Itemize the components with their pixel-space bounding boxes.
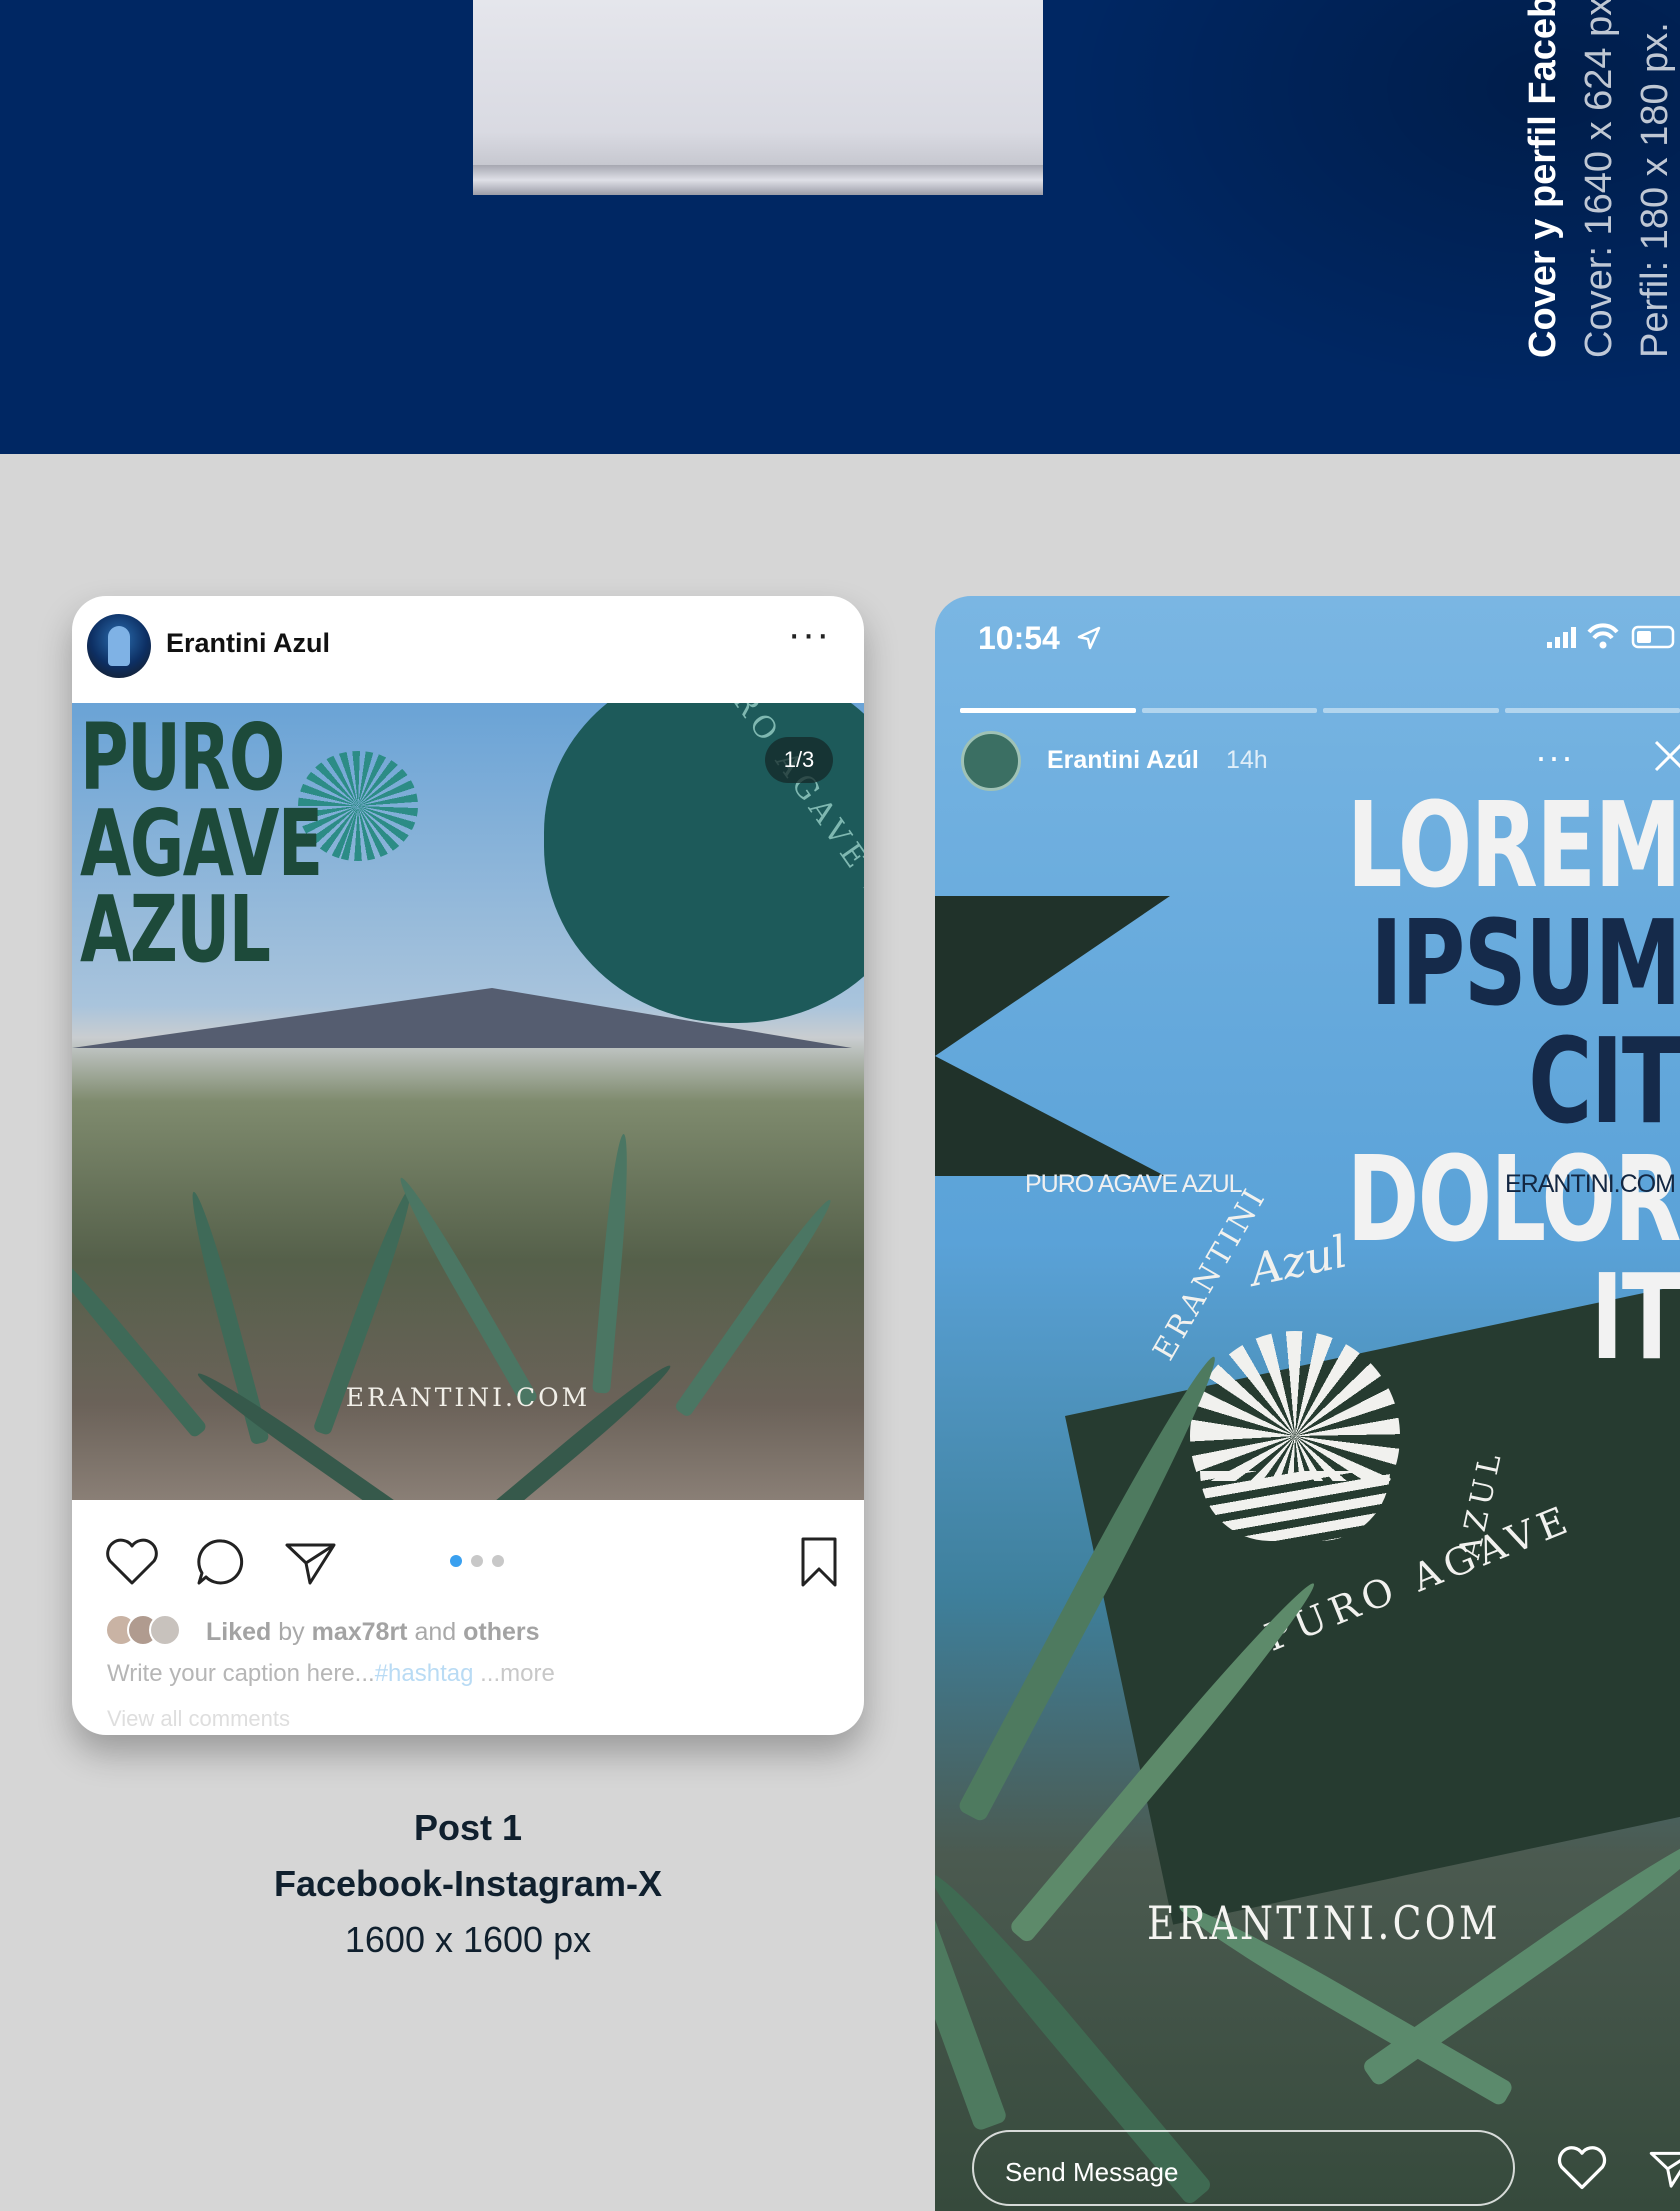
wifi-icon: [1587, 623, 1619, 649]
status-icons: [1547, 623, 1675, 649]
spec-cover-size: Cover: 1640 x 624 px: [1578, 0, 1620, 358]
story-time-ago: 14h: [1226, 746, 1268, 774]
send-message-placeholder: Send Message: [1005, 2157, 1179, 2187]
post-label: Post 1 Facebook-Instagram-X 1600 x 1600 …: [72, 1800, 864, 1968]
story-more-icon[interactable]: ···: [1535, 736, 1574, 778]
story-progress-segment: [1504, 708, 1680, 713]
heart-icon[interactable]: [1555, 2143, 1609, 2193]
post-image[interactable]: PURO AGAVE AZUL PURO AGAVE AZUL 1/3 ERAN…: [72, 703, 864, 1500]
spec-profile-size: Perfil: 180 x 180 px.: [1634, 22, 1676, 358]
story-mockup: 10:54 Erantini Azúl 14h ··· LOREM IPSUM …: [935, 596, 1680, 2211]
story-account-name[interactable]: Erantini Azúl: [1047, 746, 1199, 775]
caption-hashtag[interactable]: #hashtag: [375, 1660, 474, 1687]
carousel-dot[interactable]: [492, 1555, 504, 1567]
send-icon[interactable]: [1647, 2143, 1680, 2193]
caption: Write your caption here...#hashtag ...mo…: [107, 1660, 555, 1688]
title-line-2: AGAVE: [80, 790, 323, 897]
bookmark-icon[interactable]: [790, 1535, 848, 1589]
avatar[interactable]: [87, 614, 151, 678]
comment-icon[interactable]: [193, 1535, 251, 1589]
story-website: ERANTINI.COM: [1147, 1896, 1501, 1950]
agave-fan-logo: [1190, 1331, 1400, 1481]
story-progress-segment: [960, 708, 1136, 713]
roof-shape: [935, 896, 1170, 1056]
headline-line-2: IPSUM CIT: [1370, 894, 1680, 1150]
battery-icon: [1631, 625, 1675, 649]
liked-and: and: [414, 1618, 457, 1646]
story-tag-left: PURO AGAVE AZUL: [1025, 1170, 1243, 1198]
carousel-dot[interactable]: [450, 1555, 462, 1567]
title-line-3: AZUL: [80, 876, 271, 983]
status-time: 10:54: [978, 620, 1060, 656]
story-tag-right: ERANTINI.COM: [1505, 1170, 1676, 1198]
spec-title: Cover y perfil Facebo: [1522, 0, 1564, 358]
post-header: Erantini Azul ···: [72, 596, 864, 703]
agave-leaf: [393, 1173, 539, 1408]
liked-prefix: Liked: [206, 1618, 272, 1646]
roof-shape: [935, 1056, 1165, 1176]
carousel-dots: [450, 1554, 513, 1568]
story-progress-segment: [1323, 708, 1499, 713]
liked-others[interactable]: others: [463, 1618, 539, 1646]
post-label-title: Post 1: [413, 1807, 523, 1848]
story-progress-fill: [960, 708, 1136, 713]
close-icon[interactable]: [1650, 736, 1680, 776]
account-name[interactable]: Erantini Azul: [166, 628, 330, 659]
cover-preview-band: Cover y perfil Facebo Cover: 1640 x 624 …: [0, 0, 1680, 454]
post-action-bar: [72, 1500, 864, 1620]
avatar-figure: [108, 626, 130, 666]
post-image-title: PURO AGAVE AZUL: [80, 704, 323, 983]
post-card: Erantini Azul ··· PURO AGAVE AZUL PURO A…: [72, 596, 864, 1735]
post-label-size: 1600 x 1600 px: [344, 1919, 592, 1960]
title-line-1: PURO: [80, 704, 285, 811]
image-website: ERANTINI.COM: [345, 1383, 591, 1412]
liked-user[interactable]: max78rt: [312, 1618, 408, 1646]
view-comments-link[interactable]: View all comments: [107, 1706, 290, 1732]
story-avatar[interactable]: [961, 731, 1021, 791]
device-foot: [473, 165, 1043, 195]
agave-leaf: [465, 1358, 676, 1500]
carousel-counter-badge: 1/3: [765, 737, 833, 783]
liked-text[interactable]: Liked by max78rt and others: [206, 1618, 540, 1647]
share-icon[interactable]: [282, 1535, 340, 1589]
post-label-platforms: Facebook-Instagram-X: [273, 1863, 663, 1904]
story-progress-segment: [1141, 708, 1317, 713]
caption-text: Write your caption here...: [107, 1660, 375, 1687]
story-headline: LOREM IPSUM CIT DOLOR IT: [1306, 786, 1680, 1376]
agave-leaf: [592, 1133, 633, 1394]
caption-more[interactable]: ...more: [473, 1660, 555, 1687]
headline-line-1: LOREM: [1346, 776, 1680, 914]
location-arrow-icon: [1077, 626, 1101, 650]
signal-icon: [1547, 627, 1576, 648]
cover-spec-block: Cover y perfil Facebo Cover: 1640 x 624 …: [1515, 0, 1676, 358]
liker-avatar: [149, 1614, 181, 1646]
device-stand: [473, 0, 1043, 165]
liked-by: by: [278, 1618, 305, 1646]
agave-fan-rays: [1190, 1331, 1400, 1481]
carousel-dot[interactable]: [471, 1555, 483, 1567]
more-options-icon[interactable]: ···: [787, 614, 831, 660]
heart-icon[interactable]: [103, 1535, 161, 1589]
